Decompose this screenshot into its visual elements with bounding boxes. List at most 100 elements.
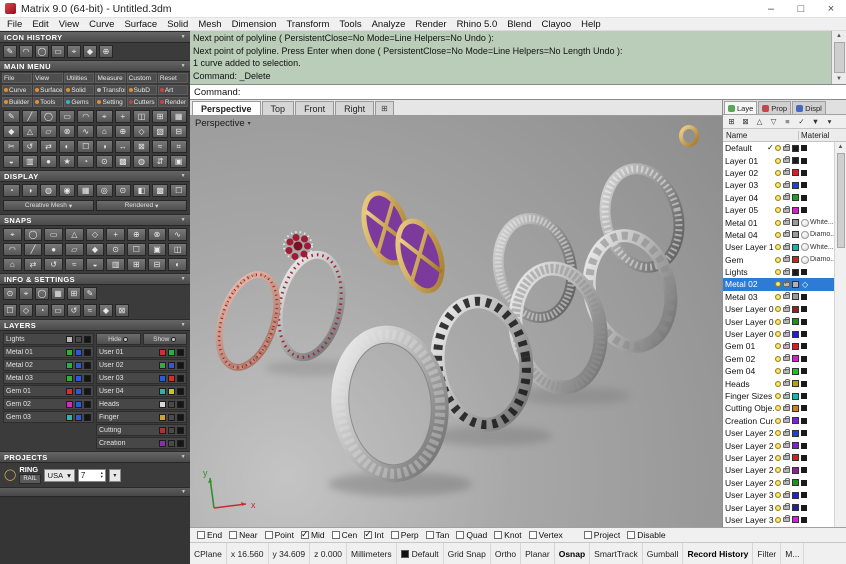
- section-header-snaps[interactable]: SNAPS ▼: [0, 214, 190, 226]
- snap-tool-icon[interactable]: ◫: [168, 243, 187, 256]
- snap-tool-icon[interactable]: ▭: [44, 228, 63, 241]
- checkbox[interactable]: ✓: [332, 531, 340, 539]
- layer-color-swatch[interactable]: [792, 516, 799, 523]
- layer-lock-icon[interactable]: [783, 332, 790, 337]
- main-menu-tab[interactable]: Utilities: [64, 73, 94, 83]
- layer-color-swatch[interactable]: [792, 207, 799, 214]
- info-tool-icon[interactable]: ☐: [3, 304, 17, 317]
- layer-color-swatch[interactable]: [792, 194, 799, 201]
- sidebar-layer-entry[interactable]: Gem 02: [3, 398, 94, 410]
- scrollbar-thumb[interactable]: [834, 42, 845, 73]
- layer-material-cell[interactable]: ◇: [801, 443, 834, 449]
- command-input[interactable]: Command:: [190, 85, 846, 100]
- menu-item[interactable]: View: [54, 19, 84, 30]
- layer-swatch[interactable]: [75, 375, 82, 382]
- snap-tool-icon[interactable]: △: [65, 228, 84, 241]
- main-menu-tab[interactable]: Surface: [33, 85, 63, 95]
- layer-swatch[interactable]: [159, 414, 166, 421]
- scrollbar-thumb[interactable]: [837, 153, 845, 248]
- layer-swatch[interactable]: [84, 375, 91, 382]
- menu-item[interactable]: Mesh: [193, 19, 226, 30]
- sidebar-tool-icon[interactable]: ⌂: [96, 125, 113, 138]
- sidebar-layer-entry[interactable]: Heads: [96, 398, 187, 410]
- layer-row[interactable]: Gem 04 ✓ ◇: [723, 365, 834, 377]
- sidebar-layer-entry[interactable]: User 03: [96, 372, 187, 384]
- sidebar-layer-entry[interactable]: User 01: [96, 346, 187, 358]
- layer-row[interactable]: Cutting Obje... ✓ ◇: [723, 402, 834, 414]
- layer-swatch[interactable]: [66, 336, 73, 343]
- move-down-icon[interactable]: ▽: [767, 116, 780, 128]
- layer-row[interactable]: Finger Sizes ✓ ◇: [723, 390, 834, 402]
- checkbox[interactable]: ✓: [265, 531, 273, 539]
- osnap-toggle[interactable]: ✓ Knot: [494, 530, 522, 540]
- menu-item[interactable]: Rhino 5.0: [452, 19, 503, 30]
- layer-row[interactable]: User Layer 03 ✓ ◇: [723, 328, 834, 340]
- snap-tool-icon[interactable]: ⌖: [3, 228, 22, 241]
- layer-color-swatch[interactable]: [792, 368, 799, 375]
- layer-color-swatch[interactable]: [792, 405, 799, 412]
- sidebar-tool-icon[interactable]: ⊞: [152, 110, 169, 123]
- layer-material-cell[interactable]: ◇: [801, 319, 834, 325]
- layer-visibility-bulb-icon[interactable]: [775, 207, 781, 213]
- sidebar-tool-icon[interactable]: ⊠: [133, 140, 150, 153]
- layer-row[interactable]: Metal 03 ✓ ◇: [723, 291, 834, 303]
- snap-tool-icon[interactable]: ⊗: [148, 228, 167, 241]
- layer-swatch[interactable]: [168, 388, 175, 395]
- layer-lock-icon[interactable]: [783, 257, 790, 262]
- statusbar-cell[interactable]: SmartTrack: [590, 543, 643, 564]
- layer-swatch[interactable]: [168, 440, 175, 447]
- layers-scrollbar[interactable]: ▲: [834, 142, 846, 527]
- section-header-info-settings[interactable]: INFO & SETTINGS ▼: [0, 273, 190, 285]
- layer-material-cell[interactable]: ◇: [801, 207, 834, 213]
- close-button[interactable]: ×: [816, 0, 846, 17]
- info-tool-icon[interactable]: ≈: [83, 304, 97, 317]
- snap-tool-icon[interactable]: ⊕: [127, 228, 146, 241]
- snap-tool-icon[interactable]: ⊞: [127, 258, 146, 271]
- layer-row[interactable]: Layer 03 ✓ ◇: [723, 179, 834, 191]
- menu-item[interactable]: Curve: [84, 19, 119, 30]
- snap-tool-icon[interactable]: ⊙: [106, 243, 125, 256]
- sidebar-layer-entry[interactable]: Lights: [3, 333, 94, 345]
- display-tool-icon[interactable]: ⊙: [115, 184, 132, 197]
- info-tool-icon[interactable]: ▦: [51, 287, 65, 300]
- layer-material-cell[interactable]: ◇: [801, 269, 834, 275]
- layer-swatch[interactable]: [75, 349, 82, 356]
- sidebar-tool-icon[interactable]: ⇄: [40, 140, 57, 153]
- layer-swatch[interactable]: [168, 362, 175, 369]
- main-menu-tab[interactable]: Curve: [2, 85, 32, 95]
- layer-color-swatch[interactable]: [792, 306, 799, 313]
- snap-tool-icon[interactable]: ◠: [3, 243, 22, 256]
- layer-material-cell[interactable]: ◇: [801, 294, 834, 300]
- layer-color-swatch[interactable]: [792, 331, 799, 338]
- layer-color-swatch[interactable]: [792, 393, 799, 400]
- statusbar-cell[interactable]: Grid Snap: [444, 543, 491, 564]
- osnap-toggle[interactable]: ✓ Project: [584, 530, 620, 540]
- snap-tool-icon[interactable]: ╱: [24, 243, 43, 256]
- sidebar-tool-icon[interactable]: ◒: [3, 155, 20, 168]
- layer-lock-icon[interactable]: [783, 381, 790, 386]
- layer-visibility-bulb-icon[interactable]: [775, 343, 781, 349]
- sidebar-layer-entry[interactable]: Finger: [96, 411, 187, 423]
- menu-item[interactable]: Transform: [281, 19, 334, 30]
- sidebar-tool-icon[interactable]: ╱: [22, 110, 39, 123]
- layer-swatch[interactable]: [75, 336, 82, 343]
- viewport-title[interactable]: Perspective ▾: [195, 118, 251, 129]
- menu-item[interactable]: Solid: [162, 19, 193, 30]
- sidebar-tool-icon[interactable]: ⊟: [170, 125, 187, 138]
- sidebar-tool-icon[interactable]: ◍: [133, 155, 150, 168]
- section-header-layers[interactable]: LAYERS ▼: [0, 319, 190, 331]
- snap-tool-icon[interactable]: ◒: [86, 258, 105, 271]
- statusbar-cell[interactable]: Record History: [683, 543, 753, 564]
- layer-lock-icon[interactable]: [783, 369, 790, 374]
- osnap-toggle[interactable]: ✓ Disable: [627, 530, 665, 540]
- layer-material-cell[interactable]: ◇: [801, 393, 834, 399]
- layer-color-swatch[interactable]: [792, 380, 799, 387]
- display-tool-icon[interactable]: ☐: [170, 184, 187, 197]
- layer-lock-icon[interactable]: [783, 282, 790, 287]
- layer-row[interactable]: Metal 04 ✓ Diamo... ◇: [723, 229, 834, 241]
- layer-material-cell[interactable]: ◇: [801, 306, 834, 312]
- layer-swatch[interactable]: [159, 388, 166, 395]
- menu-item[interactable]: Blend: [502, 19, 536, 30]
- menu-item[interactable]: Tools: [334, 19, 366, 30]
- sidebar-tool-icon[interactable]: ◔: [77, 155, 94, 168]
